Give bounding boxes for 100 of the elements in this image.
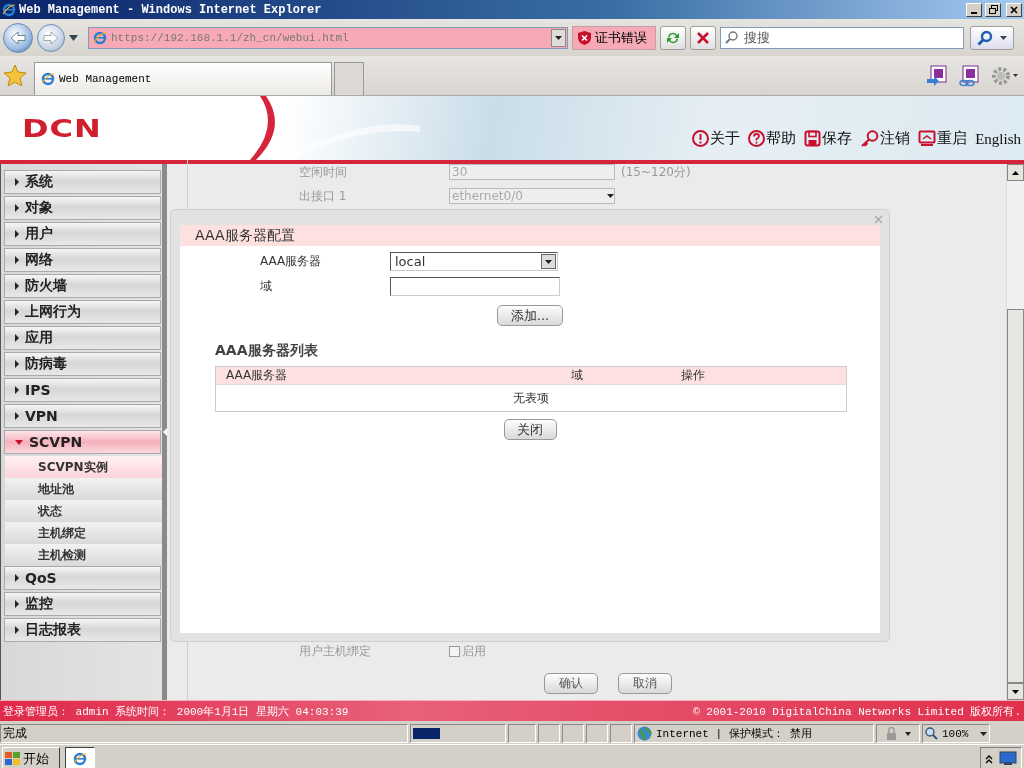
sidebar-item[interactable]: SCVPN bbox=[4, 430, 161, 454]
sidebar-item[interactable]: IPS bbox=[4, 378, 161, 402]
dropdown-arrow-icon bbox=[980, 731, 987, 736]
refresh-icon bbox=[665, 30, 681, 45]
sidebar-subitem[interactable]: SCVPN实例 bbox=[5, 456, 162, 478]
form-button[interactable]: 取消 bbox=[618, 673, 672, 694]
sidebar-item[interactable]: 日志报表 bbox=[4, 618, 161, 642]
close-button[interactable] bbox=[1006, 2, 1022, 17]
monitor-icon[interactable] bbox=[999, 751, 1017, 766]
checkbox-label: 启用 bbox=[462, 642, 486, 660]
domain-input-field[interactable] bbox=[390, 277, 560, 296]
zoom-control[interactable]: 100% bbox=[922, 724, 990, 743]
note-link-icon[interactable] bbox=[958, 64, 980, 87]
sidebar-subitem[interactable]: 地址池 bbox=[5, 478, 162, 500]
chevron-up-icon[interactable] bbox=[985, 753, 993, 764]
status-panel bbox=[538, 724, 560, 743]
add-button[interactable]: 添加... bbox=[497, 305, 563, 326]
browser-tab[interactable]: Web Management bbox=[34, 62, 332, 95]
field-label: 用户主机绑定 bbox=[299, 642, 372, 660]
field-label: 域 bbox=[260, 278, 273, 295]
sidebar-item[interactable]: 应用 bbox=[4, 326, 161, 350]
status-text: 完成 bbox=[0, 724, 408, 743]
caret-right-icon bbox=[15, 204, 19, 212]
taskbar-ie-button[interactable] bbox=[65, 747, 95, 768]
header-link[interactable]: 重启 bbox=[918, 129, 968, 148]
lock-dropdown-button[interactable] bbox=[876, 724, 920, 743]
server-select[interactable]: local bbox=[390, 252, 558, 271]
search-button[interactable] bbox=[970, 25, 1014, 50]
search-field[interactable]: 搜搜 bbox=[720, 26, 964, 49]
caret-right-icon bbox=[15, 412, 19, 420]
start-button[interactable]: 开始 bbox=[2, 747, 60, 768]
help-icon bbox=[748, 130, 766, 147]
empty-message: 无表项 bbox=[513, 389, 549, 407]
header-link[interactable]: 帮助 bbox=[748, 129, 797, 148]
note-send-icon[interactable] bbox=[926, 64, 948, 87]
restore-button[interactable] bbox=[985, 2, 1001, 17]
field-label: 出接口 1 bbox=[299, 187, 348, 205]
restore-icon bbox=[988, 5, 998, 14]
dropdown-arrow-icon bbox=[545, 259, 552, 264]
caret-right-icon bbox=[15, 574, 19, 582]
close-icon bbox=[1010, 5, 1018, 14]
refresh-button[interactable] bbox=[660, 25, 686, 50]
close-dialog-button[interactable]: 关闭 bbox=[503, 419, 557, 440]
search-icon bbox=[977, 29, 994, 46]
field-hint: (15~120分) bbox=[621, 163, 691, 181]
sidebar-item[interactable]: VPN bbox=[4, 404, 161, 428]
collapse-arrow-icon[interactable] bbox=[162, 428, 167, 436]
caret-right-icon bbox=[15, 334, 19, 342]
header-link[interactable]: 保存 bbox=[804, 129, 853, 148]
minimize-icon bbox=[971, 11, 977, 14]
sidebar-item[interactable]: 防病毒 bbox=[4, 352, 161, 376]
globe-icon bbox=[637, 726, 652, 741]
back-button[interactable] bbox=[3, 22, 33, 53]
sidebar-item[interactable]: 网络 bbox=[4, 248, 161, 272]
sidebar-item[interactable]: QoS bbox=[4, 566, 161, 590]
status-panel bbox=[562, 724, 584, 743]
field-label: 空闲时间 bbox=[299, 163, 348, 181]
sidebar-item[interactable]: 上网行为 bbox=[4, 300, 161, 324]
sidebar-subitem[interactable]: 状态 bbox=[5, 500, 162, 522]
header-link[interactable]: 注销 bbox=[860, 129, 911, 148]
caret-right-icon bbox=[15, 178, 19, 186]
field-label: AAA服务器 bbox=[260, 253, 323, 270]
history-dropdown-icon[interactable] bbox=[69, 34, 78, 41]
favorites-star-icon[interactable] bbox=[4, 65, 26, 86]
sidebar-item[interactable]: 用户 bbox=[4, 222, 161, 246]
minimize-button[interactable] bbox=[966, 2, 982, 17]
scrollbar-thumb[interactable] bbox=[1007, 309, 1024, 683]
column-header: 操作 bbox=[681, 367, 705, 384]
sidebar-subitem[interactable]: 主机绑定 bbox=[5, 522, 162, 544]
form-button[interactable]: 确认 bbox=[544, 673, 598, 694]
stop-icon bbox=[697, 31, 709, 44]
list-title: AAA服务器列表 bbox=[214, 341, 319, 360]
window-title: Web Management - Windows Internet Explorer bbox=[19, 2, 323, 17]
header-link[interactable]: 关于 bbox=[692, 129, 741, 148]
column-header: 域 bbox=[571, 367, 584, 384]
sidebar-item[interactable]: 系统 bbox=[4, 170, 161, 194]
status-panel bbox=[586, 724, 608, 743]
column-header: AAA服务器 bbox=[225, 367, 289, 384]
forward-arrow-icon bbox=[43, 30, 59, 45]
page-icon bbox=[93, 30, 107, 45]
shield-icon bbox=[578, 30, 591, 45]
sidebar-item[interactable]: 监控 bbox=[4, 592, 161, 616]
monitor-icon bbox=[918, 130, 937, 147]
security-zone[interactable]: Internet | 保护模式： 禁用 bbox=[634, 724, 874, 743]
scroll-up-button[interactable] bbox=[1007, 164, 1024, 181]
back-arrow-icon bbox=[10, 30, 26, 45]
dropdown-arrow-icon bbox=[999, 35, 1007, 40]
search-input[interactable]: 搜搜 bbox=[742, 29, 946, 46]
sidebar-subitem[interactable]: 主机检测 bbox=[5, 544, 162, 566]
certificate-error-button[interactable]: 证书错误 bbox=[572, 25, 656, 50]
login-info: 登录管理员： admin 系统时间： 2000年1月1日 星期六 04:03:39 bbox=[3, 704, 349, 719]
language-link[interactable]: English bbox=[975, 131, 1021, 148]
sidebar-item[interactable]: 对象 bbox=[4, 196, 161, 220]
stop-button[interactable] bbox=[690, 25, 716, 50]
scroll-down-button[interactable] bbox=[1007, 683, 1024, 700]
sidebar-item[interactable]: 防火墙 bbox=[4, 274, 161, 298]
caret-right-icon bbox=[15, 600, 19, 608]
info-icon bbox=[692, 130, 710, 147]
dcn-logo: DCN bbox=[22, 112, 102, 144]
enable-checkbox[interactable] bbox=[449, 645, 460, 657]
